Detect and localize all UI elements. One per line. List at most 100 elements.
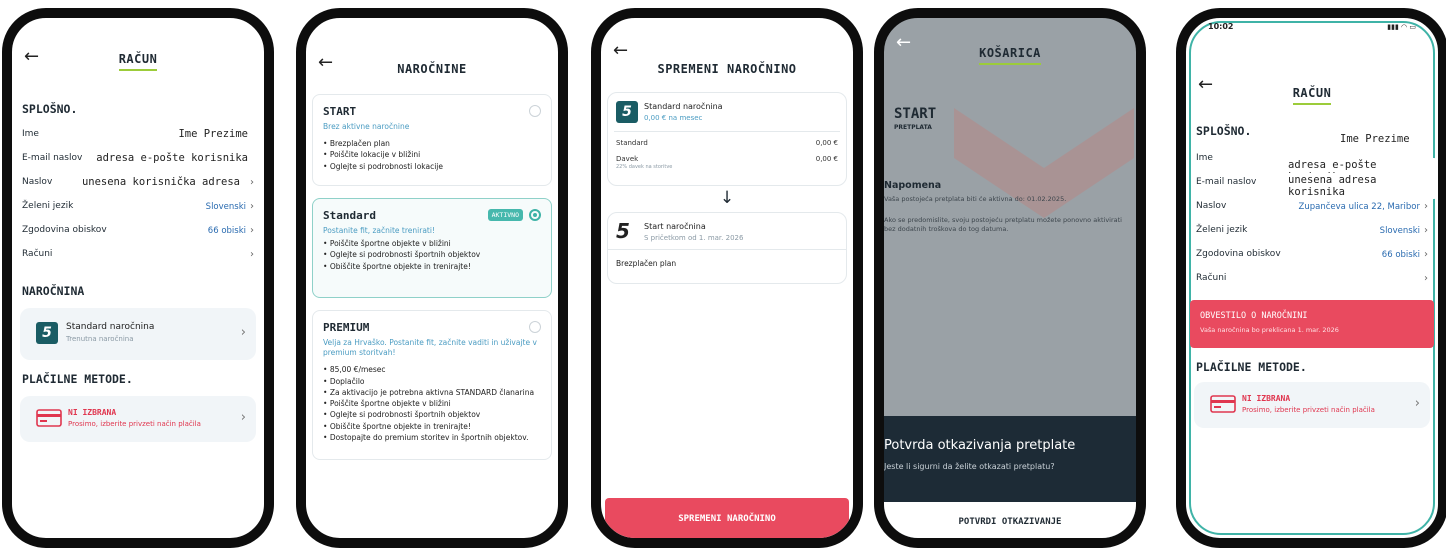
section-subscription-heading: NAROČNINA	[22, 284, 85, 298]
phone-screen-subscriptions: ← NAROČNINE START Brez aktivne naročnine…	[296, 8, 568, 548]
plan-name: START	[323, 105, 357, 118]
chevron-right-icon: ›	[1424, 248, 1428, 260]
plan-lead: Brez aktivne naročnine	[323, 122, 410, 131]
plan-feature: • Poiščite športne objekte v bližini	[323, 239, 451, 249]
row-value: adresa e-pošte korisnika	[90, 151, 254, 165]
section-general-heading: SPLOŠNO.	[22, 102, 78, 116]
plan-feature: • Brezplačen plan	[323, 139, 390, 149]
plan-feature: • Oglejte si podrobnosti lokacije	[323, 161, 443, 171]
row-label: Želeni jezik	[1196, 225, 1248, 235]
chevron-right-icon: ›	[250, 177, 254, 188]
brand-logo-icon: 5	[616, 101, 638, 123]
notice-title: OBVESTILO O NAROČNINI	[1200, 311, 1308, 321]
confirm-cancellation-button[interactable]: POTVRDI OTKAZIVANJE	[884, 502, 1136, 538]
plan-start-date: S pričetkom od 1. mar. 2026	[644, 234, 744, 242]
section-general-heading: SPLOŠNO.	[1196, 124, 1252, 138]
plan-feature: • Oglejte si podrobnosti športnih objekt…	[323, 410, 481, 420]
current-plan-card: 5 Standard naročnina 0,00 € na mesec Sta…	[607, 92, 847, 186]
row-email: E-mail naslov adresa e-pošte korisnika	[22, 146, 254, 170]
chevron-right-icon: ›	[250, 224, 254, 236]
back-arrow-icon[interactable]: ←	[613, 40, 628, 61]
row-value: Zupančeva ulica 22, Maribor	[1298, 201, 1420, 212]
subscription-subtitle: Trenutna naročnina	[66, 335, 134, 343]
payment-title: NI IZBRANA	[1242, 394, 1291, 403]
plan-feature: • Poiščite športne objekte v bližini	[323, 399, 451, 408]
page-title: RAČUN	[12, 52, 264, 71]
row-label: Računi	[22, 249, 53, 259]
arrow-down-icon: ↓	[719, 188, 735, 208]
radio-button[interactable]	[529, 321, 541, 333]
plan-feature: • 85,00 €/mesec	[323, 365, 386, 375]
row-label: Ime	[1196, 153, 1213, 163]
brand-logo-icon: 5	[36, 322, 58, 344]
payment-subtitle: Prosimo, izberite privzeti način plačila	[68, 420, 201, 428]
row-label: Ime	[22, 129, 39, 139]
row-visits[interactable]: Zgodovina obiskov 66 obiski ›	[1196, 242, 1428, 266]
row-value: unesena korisnička adresa	[75, 175, 246, 189]
status-bar-icons: ▮▮▮ ◠ ▭	[1387, 23, 1416, 31]
plan-feature: • Poiščite lokacije v bližini	[323, 150, 421, 160]
row-label: Želeni jezik	[22, 201, 74, 211]
phone-screen-account-notice: 10:02 ▮▮▮ ◠ ▭ ← RAČUN SPLOŠNO. Ime Prezi…	[1176, 8, 1446, 548]
note-text: Ako se predomislite, svoju postojeću pre…	[884, 216, 1122, 234]
row-language[interactable]: Želeni jezik Slovenski ›	[1196, 218, 1428, 242]
phone-screen-cart: ← KOŠARICA START PRETPLATA Napomena Vaša…	[874, 8, 1146, 548]
plan-card-standard[interactable]: AKTIVNO Standard Postanite fit, začnite …	[312, 198, 552, 298]
page-title: NAROČNINE	[397, 62, 467, 76]
plan-title: Start naročnina	[644, 222, 706, 231]
payment-method-card[interactable]: NI IZBRANA Prosimo, izberite privzeti na…	[20, 396, 256, 442]
status-bar-time: 10:02	[1208, 22, 1234, 31]
note-text: Vaša postojeća pretplata biti će aktivna…	[884, 195, 1067, 203]
plan-name: PREMIUM	[323, 321, 370, 334]
chevron-right-icon: ›	[1424, 200, 1428, 212]
phone-screen-account: ← RAČUN SPLOŠNO. Ime Ime Prezime E-mail …	[2, 8, 274, 548]
phone-screen-change-subscription: ← SPREMENI NAROČNINO 5 Standard naročnin…	[591, 8, 863, 548]
radio-button[interactable]	[529, 105, 541, 117]
row-invoices[interactable]: Računi ›	[22, 242, 254, 266]
row-email: E-mail naslov	[1196, 170, 1428, 194]
payment-title: NI IZBRANA	[68, 408, 117, 417]
chevron-right-icon: ›	[250, 248, 254, 260]
section-payment-heading: PLAČILNE METODE.	[22, 372, 133, 386]
line-value: 0,00 €	[815, 155, 838, 163]
plan-card-start[interactable]: START Brez aktivne naročnine • Brezplače…	[312, 94, 552, 186]
subscription-notice-banner[interactable]: OBVESTILO O NAROČNINI Vaša naročnina bo …	[1190, 300, 1434, 348]
row-label: E-mail naslov	[22, 153, 83, 163]
plan-description: Brezplačen plan	[616, 259, 677, 268]
row-invoices[interactable]: Računi ›	[1196, 266, 1428, 290]
plan-feature: • Dostopajte do premium storitev in špor…	[323, 432, 529, 442]
line-label: Standard	[616, 139, 648, 147]
plan-title: Standard naročnina	[644, 102, 723, 111]
plan-card-premium[interactable]: PREMIUM Velja za Hrvaško. Postanite fit,…	[312, 310, 552, 460]
change-subscription-button[interactable]: SPREMENI NAROČNINO	[605, 498, 849, 538]
line-label: Davek	[616, 155, 639, 163]
note-title: Napomena	[884, 180, 942, 191]
row-address[interactable]: Naslov Zupančeva ulica 22, Maribor ›	[1196, 194, 1428, 218]
plan-name: START	[894, 106, 937, 122]
chevron-right-icon: ›	[1414, 396, 1420, 411]
row-language[interactable]: Želeni jezik Slovenski ›	[22, 194, 254, 218]
plan-price: 0,00 € na mesec	[644, 114, 703, 122]
chevron-right-icon: ›	[240, 325, 246, 340]
line-sublabel: 22% davek na storitve	[616, 164, 673, 170]
chevron-right-icon: ›	[250, 200, 254, 212]
plan-lead: Postanite fit, začnite trenirati!	[323, 226, 435, 235]
name-value: Ime Prezime	[1334, 132, 1416, 146]
subscription-card[interactable]: 5 Standard naročnina Trenutna naročnina …	[20, 308, 256, 360]
row-address[interactable]: Naslov unesena korisnička adresa ›	[22, 170, 254, 194]
payment-method-card[interactable]: NI IZBRANA Prosimo, izberite privzeti na…	[1194, 382, 1430, 428]
chevron-right-icon: ›	[1424, 272, 1428, 284]
row-label: Zgodovina obiskov	[22, 225, 107, 235]
row-label: Naslov	[1196, 201, 1227, 211]
plan-feature: • Obiščite športne objekte in trenirajte…	[323, 421, 471, 431]
row-label: Računi	[1196, 273, 1227, 283]
plan-feature: • Doplačilo	[323, 376, 365, 386]
section-payment-heading: PLAČILNE METODE.	[1196, 360, 1307, 374]
row-visits[interactable]: Zgodovina obiskov 66 obiski ›	[22, 218, 254, 242]
plan-feature: • Obiščite športne objekte in trenirajte…	[323, 261, 471, 271]
radio-button-selected[interactable]	[529, 209, 541, 221]
row-value: Ime Prezime	[172, 127, 254, 141]
chevron-right-icon: ›	[1424, 224, 1428, 236]
plan-subtitle: PRETPLATA	[894, 124, 932, 131]
plan-lead: Velja za Hrvaško. Postanite fit, začnite…	[323, 338, 537, 358]
